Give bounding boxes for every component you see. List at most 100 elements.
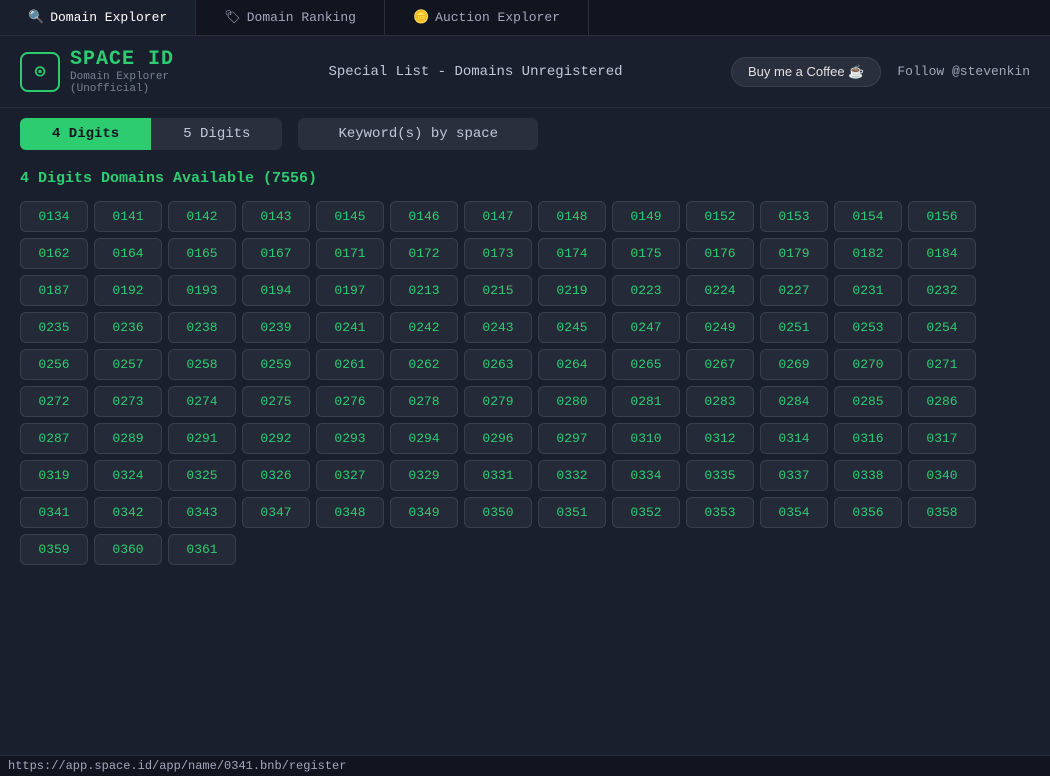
domain-badge[interactable]: 0314 (760, 423, 828, 454)
domain-badge[interactable]: 0193 (168, 275, 236, 306)
domain-badge[interactable]: 0172 (390, 238, 458, 269)
domain-badge[interactable]: 0184 (908, 238, 976, 269)
domain-badge[interactable]: 0253 (834, 312, 902, 343)
domain-badge[interactable]: 0312 (686, 423, 754, 454)
domain-badge[interactable]: 0153 (760, 201, 828, 232)
domain-badge[interactable]: 0316 (834, 423, 902, 454)
nav-tab-domain-ranking[interactable]: 🏷 Domain Ranking (196, 0, 385, 35)
domain-badge[interactable]: 0360 (94, 534, 162, 565)
domain-badge[interactable]: 0271 (908, 349, 976, 380)
domain-badge[interactable]: 0329 (390, 460, 458, 491)
domain-badge[interactable]: 0351 (538, 497, 606, 528)
domain-badge[interactable]: 0296 (464, 423, 532, 454)
domain-badge[interactable]: 0223 (612, 275, 680, 306)
domain-badge[interactable]: 0236 (94, 312, 162, 343)
domain-badge[interactable]: 0337 (760, 460, 828, 491)
domain-badge[interactable]: 0275 (242, 386, 310, 417)
domain-badge[interactable]: 0175 (612, 238, 680, 269)
domain-badge[interactable]: 0148 (538, 201, 606, 232)
domain-badge[interactable]: 0215 (464, 275, 532, 306)
domain-badge[interactable]: 0361 (168, 534, 236, 565)
domain-badge[interactable]: 0274 (168, 386, 236, 417)
domain-badge[interactable]: 0241 (316, 312, 384, 343)
domain-badge[interactable]: 0142 (168, 201, 236, 232)
domain-badge[interactable]: 0265 (612, 349, 680, 380)
domain-badge[interactable]: 0143 (242, 201, 310, 232)
domain-badge[interactable]: 0349 (390, 497, 458, 528)
domain-badge[interactable]: 0232 (908, 275, 976, 306)
domain-badge[interactable]: 0353 (686, 497, 754, 528)
domain-badge[interactable]: 0270 (834, 349, 902, 380)
domain-badge[interactable]: 0213 (390, 275, 458, 306)
domain-badge[interactable]: 0338 (834, 460, 902, 491)
domain-badge[interactable]: 0259 (242, 349, 310, 380)
domain-badge[interactable]: 0281 (612, 386, 680, 417)
domain-badge[interactable]: 0289 (94, 423, 162, 454)
domain-badge[interactable]: 0145 (316, 201, 384, 232)
domain-badge[interactable]: 0254 (908, 312, 976, 343)
follow-link[interactable]: Follow @stevenkin (897, 64, 1030, 79)
domain-badge[interactable]: 0276 (316, 386, 384, 417)
domain-badge[interactable]: 0348 (316, 497, 384, 528)
nav-tab-domain-explorer[interactable]: 🔍 Domain Explorer (0, 0, 196, 35)
domain-badge[interactable]: 0243 (464, 312, 532, 343)
domain-badge[interactable]: 0342 (94, 497, 162, 528)
domain-badge[interactable]: 0310 (612, 423, 680, 454)
domain-badge[interactable]: 0242 (390, 312, 458, 343)
domain-badge[interactable]: 0262 (390, 349, 458, 380)
domain-badge[interactable]: 0192 (94, 275, 162, 306)
domain-badge[interactable]: 0182 (834, 238, 902, 269)
domain-badge[interactable]: 0285 (834, 386, 902, 417)
domain-badge[interactable]: 0245 (538, 312, 606, 343)
domain-badge[interactable]: 0294 (390, 423, 458, 454)
domain-badge[interactable]: 0278 (390, 386, 458, 417)
domain-badge[interactable]: 0224 (686, 275, 754, 306)
domain-badge[interactable]: 0319 (20, 460, 88, 491)
domain-badge[interactable]: 0251 (760, 312, 828, 343)
domain-badge[interactable]: 0165 (168, 238, 236, 269)
domain-badge[interactable]: 0324 (94, 460, 162, 491)
domain-badge[interactable]: 0352 (612, 497, 680, 528)
domain-badge[interactable]: 0263 (464, 349, 532, 380)
domain-badge[interactable]: 0354 (760, 497, 828, 528)
domain-badge[interactable]: 0343 (168, 497, 236, 528)
domain-badge[interactable]: 0146 (390, 201, 458, 232)
domain-badge[interactable]: 0235 (20, 312, 88, 343)
domain-badge[interactable]: 0291 (168, 423, 236, 454)
domain-badge[interactable]: 0141 (94, 201, 162, 232)
domain-badge[interactable]: 0264 (538, 349, 606, 380)
domain-badge[interactable]: 0283 (686, 386, 754, 417)
domain-badge[interactable]: 0326 (242, 460, 310, 491)
domain-badge[interactable]: 0267 (686, 349, 754, 380)
domain-badge[interactable]: 0332 (538, 460, 606, 491)
domain-badge[interactable]: 0257 (94, 349, 162, 380)
domain-badge[interactable]: 0356 (834, 497, 902, 528)
domain-badge[interactable]: 0147 (464, 201, 532, 232)
domain-badge[interactable]: 0134 (20, 201, 88, 232)
domain-badge[interactable]: 0279 (464, 386, 532, 417)
tab-4digits[interactable]: 4 Digits (20, 118, 151, 150)
domain-badge[interactable]: 0247 (612, 312, 680, 343)
domain-badge[interactable]: 0239 (242, 312, 310, 343)
domain-badge[interactable]: 0173 (464, 238, 532, 269)
domain-badge[interactable]: 0176 (686, 238, 754, 269)
domain-badge[interactable]: 0167 (242, 238, 310, 269)
domain-badge[interactable]: 0238 (168, 312, 236, 343)
domain-badge[interactable]: 0293 (316, 423, 384, 454)
domain-badge[interactable]: 0359 (20, 534, 88, 565)
domain-badge[interactable]: 0347 (242, 497, 310, 528)
domain-badge[interactable]: 0171 (316, 238, 384, 269)
domain-badge[interactable]: 0292 (242, 423, 310, 454)
domain-badge[interactable]: 0164 (94, 238, 162, 269)
domain-badge[interactable]: 0187 (20, 275, 88, 306)
domain-badge[interactable]: 0249 (686, 312, 754, 343)
domain-badge[interactable]: 0284 (760, 386, 828, 417)
domain-badge[interactable]: 0231 (834, 275, 902, 306)
domain-badge[interactable]: 0335 (686, 460, 754, 491)
domain-badge[interactable]: 0261 (316, 349, 384, 380)
domain-badge[interactable]: 0219 (538, 275, 606, 306)
domain-badge[interactable]: 0286 (908, 386, 976, 417)
domain-badge[interactable]: 0256 (20, 349, 88, 380)
domain-badge[interactable]: 0197 (316, 275, 384, 306)
domain-badge[interactable]: 0272 (20, 386, 88, 417)
